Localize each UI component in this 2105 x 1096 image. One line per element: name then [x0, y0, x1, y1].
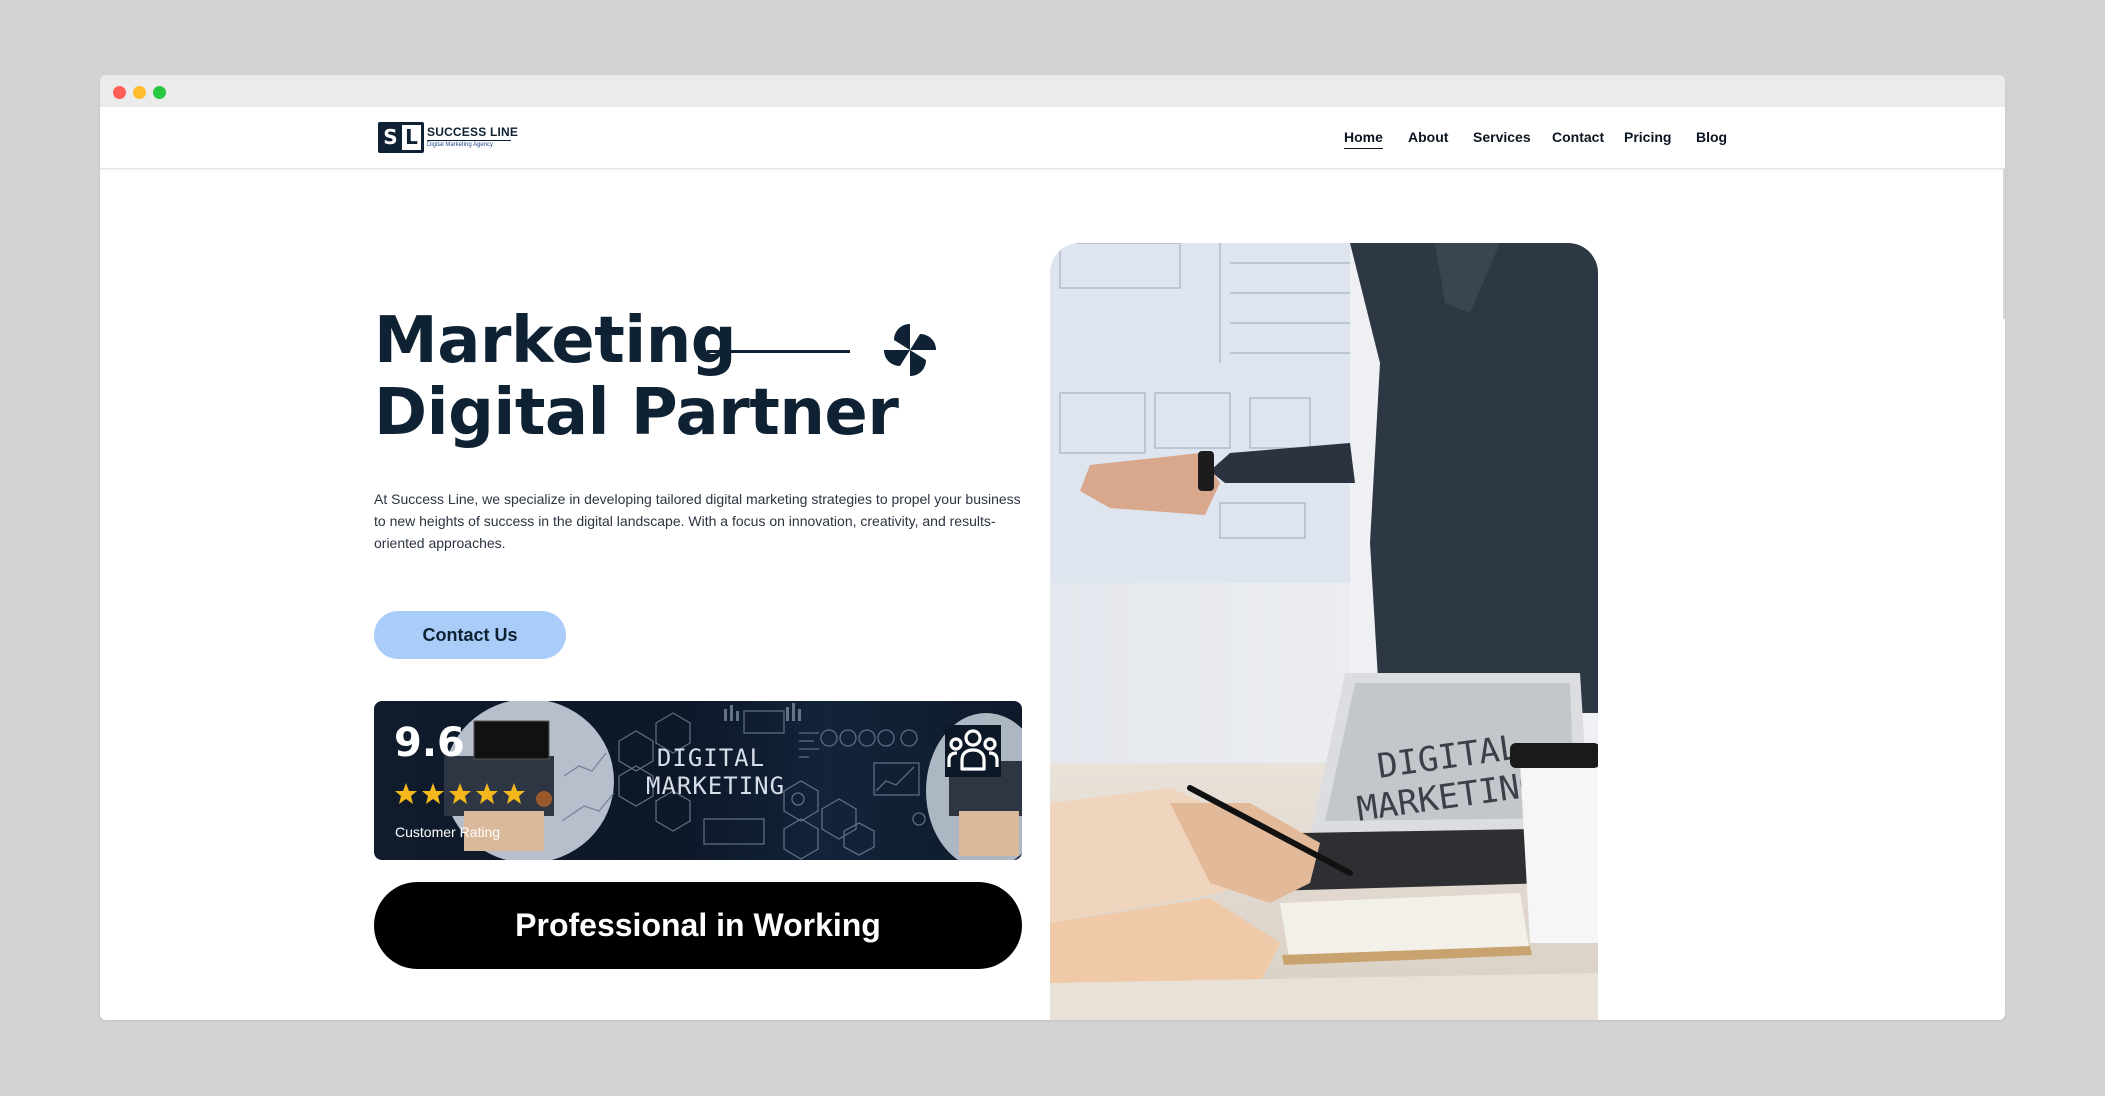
rating-card: DIGITAL MARKETING 9.6 Customer Rating [374, 701, 1022, 860]
title-rule [707, 350, 850, 353]
star-icon [422, 783, 444, 804]
contact-us-button[interactable]: Contact Us [374, 611, 566, 659]
site-header: S L SUCCESS LINE Digital Marketing Agenc… [100, 107, 2005, 169]
hero-title: Marketing Digital Partner [374, 304, 899, 450]
banner-text-line2: MARKETING [646, 772, 786, 800]
nav-services[interactable]: Services [1473, 129, 1531, 145]
banner-text-line1: DIGITAL [656, 744, 766, 772]
nav-home[interactable]: Home [1344, 129, 1383, 149]
minimize-window-button[interactable] [133, 86, 146, 99]
star-icon [395, 783, 417, 804]
main-nav: Home About Services Contact Pricing Blog [100, 107, 2005, 168]
hero-title-line1: Marketing [374, 304, 737, 378]
hero-description: At Success Line, we specialize in develo… [374, 491, 1021, 551]
star-rating [394, 782, 529, 806]
close-window-button[interactable] [113, 86, 126, 99]
rating-label: Customer Rating [395, 824, 501, 840]
nav-contact[interactable]: Contact [1552, 129, 1604, 145]
maximize-window-button[interactable] [153, 86, 166, 99]
nav-pricing[interactable]: Pricing [1624, 129, 1671, 145]
nav-about[interactable]: About [1408, 129, 1448, 145]
star-icon [503, 783, 525, 804]
browser-window: S L SUCCESS LINE Digital Marketing Agenc… [100, 75, 2005, 1020]
banner-text: DIGITAL MARKETING [646, 744, 786, 800]
team-icon [945, 725, 1001, 777]
nav-blog[interactable]: Blog [1696, 129, 1727, 145]
hero-title-line2: Digital Partner [374, 376, 899, 450]
browser-titlebar [100, 75, 2005, 107]
star-icon [449, 783, 471, 804]
professional-badge: Professional in Working [374, 882, 1022, 969]
rating-value: 9.6 [394, 720, 465, 766]
pinwheel-icon [884, 324, 936, 376]
star-icon [476, 783, 498, 804]
office-photo: DIGITAL MARKETING [1050, 243, 1598, 1020]
hero-image: DIGITAL MARKETING [1050, 243, 1598, 1020]
